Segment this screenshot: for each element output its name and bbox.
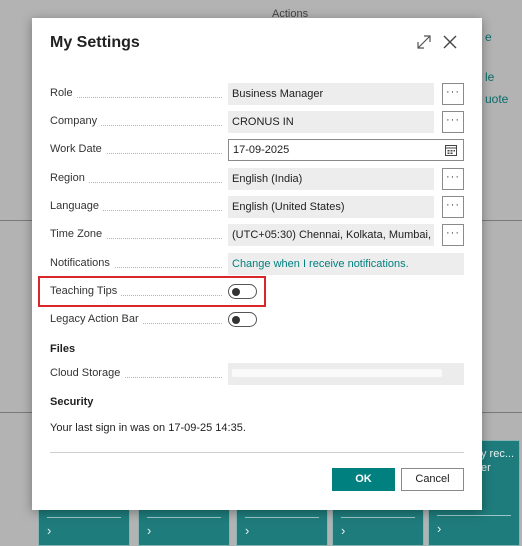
cloud-storage-field[interactable] [228,363,464,385]
language-field[interactable]: English (United States) [228,196,434,218]
cancel-button[interactable]: Cancel [401,468,464,491]
tile-divider [437,515,511,516]
role-label: Role [50,87,228,103]
time-zone-lookup-button[interactable]: ··· [442,224,464,246]
language-row: Language English (United States) ··· [50,196,464,220]
legacy-action-bar-row: Legacy Action Bar [50,309,464,333]
toggle-knob [232,315,240,324]
chevron-right-icon: › [245,523,250,538]
ok-button[interactable]: OK [332,468,395,491]
legacy-action-bar-label: Legacy Action Bar [50,313,228,329]
background-divider [482,220,522,221]
work-date-value: 17-09-2025 [233,144,290,156]
time-zone-label: Time Zone [50,228,228,244]
language-lookup-button[interactable]: ··· [442,196,464,218]
teaching-tips-row: Teaching Tips [50,281,464,305]
background-divider [0,412,32,413]
tile-caption: y rec... er [481,448,515,474]
tile-divider [245,517,319,518]
region-row: Region English (India) ··· [50,168,464,192]
background-link[interactable]: e [485,30,492,44]
legacy-action-bar-toggle[interactable] [228,312,257,327]
my-settings-dialog: My Settings Role Business Manager ··· Co… [32,18,482,510]
role-lookup-button[interactable]: ··· [442,83,464,105]
cloud-storage-row: Cloud Storage [50,363,464,387]
last-sign-in-text: Your last sign in was on 17-09-25 14:35. [50,422,246,434]
teaching-tips-label: Teaching Tips [50,285,228,301]
cloud-storage-label: Cloud Storage [50,367,228,383]
tile-divider [147,517,221,518]
expand-icon[interactable] [414,32,434,52]
language-label: Language [50,200,228,216]
notifications-label: Notifications [50,257,228,273]
security-heading: Security [50,396,94,408]
background-link[interactable]: uote [485,92,508,106]
company-field[interactable]: CRONUS IN [228,111,434,133]
region-field[interactable]: English (India) [228,168,434,190]
chevron-right-icon: › [147,523,152,538]
calendar-icon[interactable] [445,144,457,156]
work-date-row: Work Date 17-09-2025 [50,139,464,163]
work-date-label: Work Date [50,143,228,159]
role-field[interactable]: Business Manager [228,83,434,105]
notifications-row: Notifications Change when I receive noti… [50,253,464,277]
background-link[interactable]: le [485,70,494,84]
chevron-right-icon: › [437,521,442,536]
close-icon[interactable] [440,32,460,52]
footer-divider [50,452,464,453]
region-lookup-button[interactable]: ··· [442,168,464,190]
teaching-tips-toggle[interactable] [228,284,257,299]
region-label: Region [50,172,228,188]
dialog-title: My Settings [50,34,140,51]
tile-divider [47,517,121,518]
chevron-right-icon: › [341,523,346,538]
files-heading: Files [50,343,76,355]
toggle-knob [232,287,240,296]
role-row: Role Business Manager ··· [50,83,464,107]
chevron-right-icon: › [47,523,52,538]
notifications-link[interactable]: Change when I receive notifications. [228,253,464,275]
company-row: Company CRONUS IN ··· [50,111,464,135]
work-date-field[interactable]: 17-09-2025 [228,139,464,161]
redacted-value [232,369,442,377]
company-label: Company [50,115,228,131]
tile-divider [341,517,415,518]
company-lookup-button[interactable]: ··· [442,111,464,133]
time-zone-row: Time Zone (UTC+05:30) Chennai, Kolkata, … [50,224,464,248]
time-zone-field[interactable]: (UTC+05:30) Chennai, Kolkata, Mumbai, N.… [228,224,434,246]
background-divider [0,220,32,221]
background-divider [482,412,522,413]
